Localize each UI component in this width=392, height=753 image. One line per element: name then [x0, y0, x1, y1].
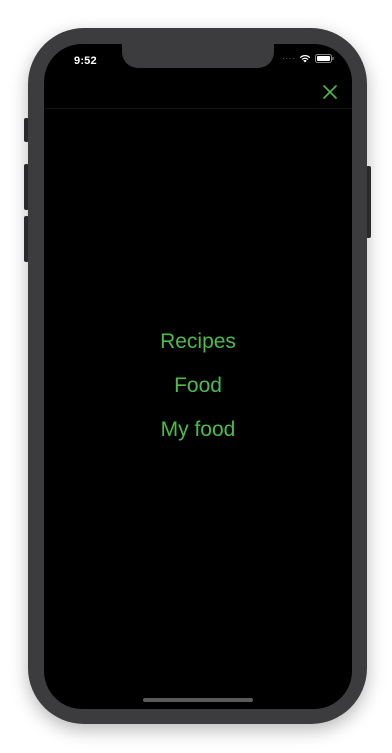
menu-list: Recipes Food My food [44, 326, 352, 458]
notch [122, 44, 274, 68]
menu-item-food[interactable]: Food [174, 370, 222, 414]
wifi-icon [299, 55, 311, 63]
cellular-dots-icon: ···· [282, 53, 295, 63]
close-icon[interactable] [322, 84, 338, 100]
navigation-bar [44, 72, 352, 109]
battery-icon [315, 54, 334, 63]
home-indicator[interactable] [143, 698, 253, 702]
menu-item-my-food[interactable]: My food [161, 414, 236, 458]
status-icons: ···· [282, 54, 334, 63]
status-time: 9:52 [74, 55, 97, 67]
menu-item-recipes[interactable]: Recipes [160, 326, 236, 370]
phone-screen: 9:52 ···· Recipes Food My food [44, 44, 352, 709]
